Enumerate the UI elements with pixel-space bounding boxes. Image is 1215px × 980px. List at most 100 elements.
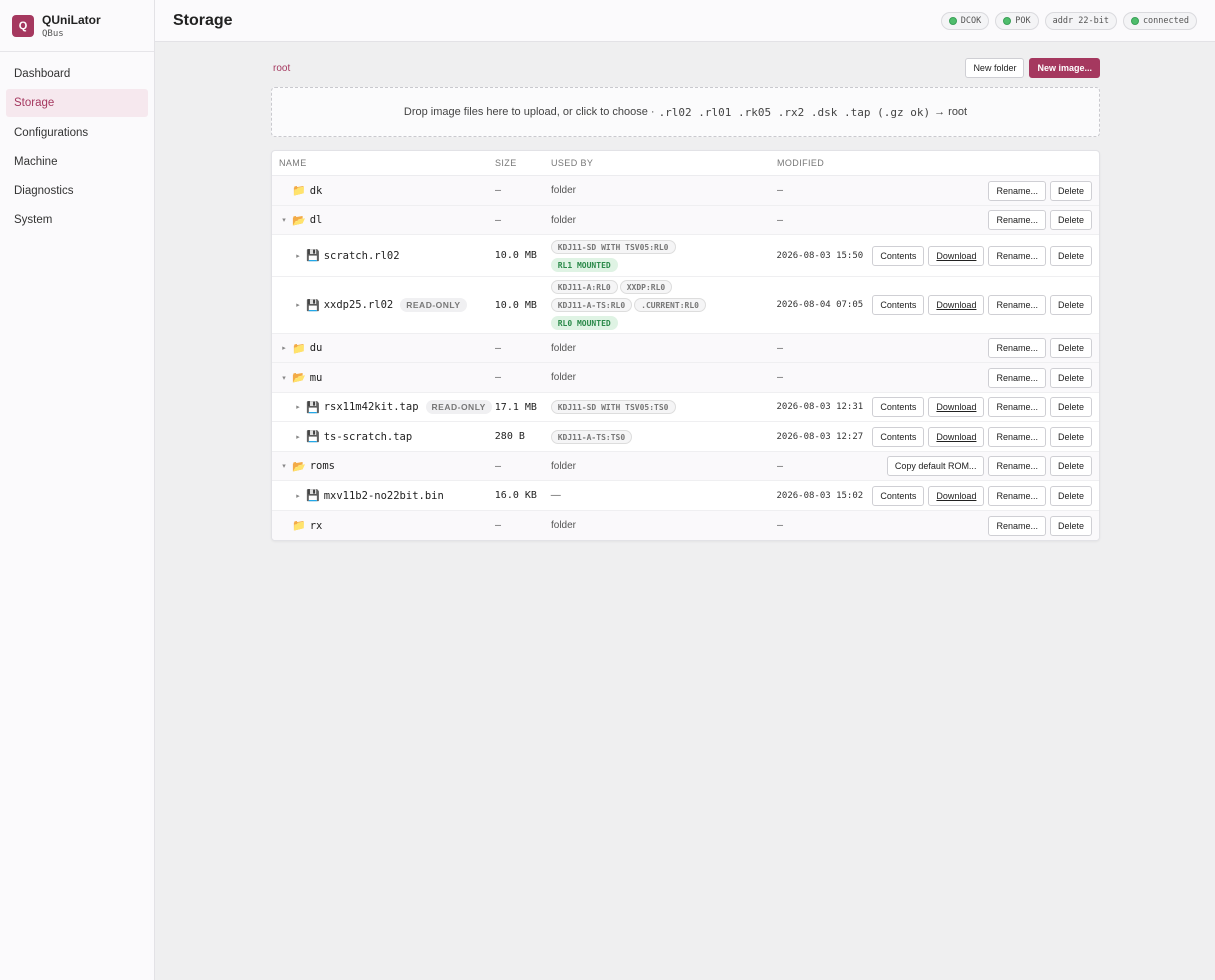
- delete-button[interactable]: Delete: [1049, 338, 1092, 358]
- rename-button[interactable]: Rename...: [988, 367, 1046, 388]
- contents-button[interactable]: Contents: [872, 397, 925, 417]
- file-name[interactable]: mxv11b2-no22bit.bin: [324, 490, 444, 502]
- contents-button[interactable]: Contents: [872, 245, 925, 266]
- rename-button[interactable]: Rename...: [988, 210, 1046, 230]
- rename-button[interactable]: Rename...: [988, 426, 1046, 447]
- brand[interactable]: Q QUniLator QBus: [0, 0, 154, 52]
- size-cell: —: [495, 214, 502, 226]
- size-cell: —: [495, 520, 502, 531]
- status-dot-icon: [948, 16, 957, 25]
- table-row[interactable]: ▾ 📂 mu — folder — Rename... Delete: [272, 363, 1099, 393]
- download-button[interactable]: Download: [928, 426, 985, 447]
- rename-button[interactable]: Rename...: [988, 397, 1046, 417]
- used-by-tag: KDJ11-SD WITH TSV05:TS0: [550, 400, 676, 414]
- storage-content: root New folder New image... Drop image …: [271, 58, 1100, 541]
- file-name[interactable]: xxdp25.rl02: [324, 299, 394, 311]
- rename-button[interactable]: Rename...: [988, 295, 1046, 315]
- table-row[interactable]: ▸ 💾 rsx11m42kit.tap READ-ONLY 17.1 MB KDJ11…: [272, 393, 1099, 422]
- table-row[interactable]: ▾ 📂 dl — folder — Rename... Delete: [272, 206, 1099, 235]
- caret-down-icon[interactable]: ▾: [279, 216, 289, 224]
- file-name[interactable]: scratch.rl02: [324, 250, 400, 262]
- file-name[interactable]: rsx11m42kit.tap: [324, 401, 419, 413]
- delete-button[interactable]: Delete: [1049, 426, 1092, 447]
- folder-name[interactable]: du: [310, 342, 323, 354]
- rename-button[interactable]: Rename...: [988, 456, 1046, 476]
- caret-down-icon[interactable]: ▾: [279, 462, 289, 470]
- folder-name[interactable]: rx: [310, 520, 323, 532]
- download-button[interactable]: Download: [928, 485, 985, 506]
- delete-button[interactable]: Delete: [1049, 485, 1092, 506]
- contents-button[interactable]: Contents: [872, 485, 925, 506]
- floppy-disk-icon: 💾: [306, 431, 320, 443]
- delete-button[interactable]: Delete: [1049, 515, 1092, 536]
- breadcrumb[interactable]: root: [271, 63, 290, 74]
- status-label: connected: [1142, 15, 1189, 26]
- app-logo: Q: [12, 14, 34, 37]
- sidebar-item-configurations[interactable]: Configurations: [6, 119, 148, 147]
- table-header: NAME SIZE USED BY MODIFIED: [272, 151, 1099, 176]
- delete-button[interactable]: Delete: [1049, 180, 1092, 201]
- sidebar-item-storage[interactable]: Storage: [6, 89, 148, 118]
- rename-button[interactable]: Rename...: [988, 180, 1046, 201]
- caret-right-icon[interactable]: ▸: [293, 433, 303, 441]
- used-by-cell: folder: [551, 185, 577, 196]
- delete-button[interactable]: Delete: [1049, 210, 1092, 230]
- new-image-button[interactable]: New image...: [1029, 58, 1100, 78]
- size-cell: 280 B: [494, 431, 525, 442]
- rename-button[interactable]: Rename...: [988, 485, 1046, 506]
- caret-right-icon[interactable]: ▸: [293, 252, 303, 260]
- new-folder-button[interactable]: New folder: [965, 58, 1025, 78]
- mounted-badge: RL0 MOUNTED: [550, 316, 618, 330]
- used-by-cell: folder: [551, 214, 577, 226]
- table-row[interactable]: ▸ 💾 mxv11b2-no22bit.bin 16.0 KB — 2026-08-…: [272, 481, 1099, 511]
- delete-button[interactable]: Delete: [1049, 295, 1092, 315]
- caret-down-icon[interactable]: ▾: [279, 374, 289, 382]
- status-label: addr 22-bit: [1052, 15, 1109, 26]
- table-row[interactable]: ▸ 💾 ts-scratch.tap 280 B KDJ11-A-TS:TS0 20…: [272, 422, 1099, 452]
- table-row[interactable]: ▸ 📁 du — folder — Rename... Delete: [272, 334, 1099, 363]
- download-button[interactable]: Download: [928, 245, 985, 266]
- contents-button[interactable]: Contents: [872, 426, 925, 447]
- column-header-used-by[interactable]: USED BY: [551, 158, 777, 168]
- copy-default-rom-button[interactable]: Copy default ROM...: [886, 456, 985, 476]
- folder-name[interactable]: dk: [310, 185, 323, 197]
- floppy-disk-icon: 💾: [306, 250, 320, 262]
- sidebar-item-system[interactable]: System: [6, 206, 148, 234]
- app-name: QUniLator: [42, 12, 101, 27]
- table-row[interactable]: 📁 dk — folder — Rename... Delete: [272, 176, 1099, 206]
- column-header-modified[interactable]: MODIFIED: [777, 158, 873, 168]
- sidebar-item-dashboard[interactable]: Dashboard: [6, 60, 148, 88]
- folder-name[interactable]: roms: [310, 460, 335, 472]
- caret-right-icon[interactable]: ▸: [293, 301, 303, 309]
- caret-right-icon[interactable]: ▸: [293, 403, 303, 411]
- delete-button[interactable]: Delete: [1049, 367, 1092, 388]
- file-name[interactable]: ts-scratch.tap: [324, 431, 413, 443]
- contents-button[interactable]: Contents: [872, 295, 925, 315]
- download-button[interactable]: Download: [928, 295, 985, 315]
- folder-open-icon: 📂: [292, 214, 306, 227]
- rename-button[interactable]: Rename...: [988, 338, 1046, 358]
- column-header-name[interactable]: NAME: [272, 158, 495, 168]
- rename-button[interactable]: Rename...: [988, 245, 1046, 266]
- folder-name[interactable]: dl: [310, 214, 323, 226]
- download-button[interactable]: Download: [928, 397, 985, 417]
- caret-right-icon[interactable]: ▸: [293, 492, 303, 500]
- delete-button[interactable]: Delete: [1049, 245, 1092, 266]
- used-by-tag: KDJ11-SD WITH TSV05:RL0: [550, 239, 676, 254]
- floppy-disk-icon: 💾: [306, 299, 320, 312]
- modified-cell: 2026-08-03 15:50: [776, 250, 864, 261]
- folder-name[interactable]: mu: [310, 372, 323, 384]
- table-row[interactable]: ▸ 💾 xxdp25.rl02 READ-ONLY 10.0 MB KDJ11-A:R…: [272, 277, 1099, 334]
- rename-button[interactable]: Rename...: [988, 515, 1046, 536]
- upload-dropzone[interactable]: Drop image files here to upload, or clic…: [271, 87, 1100, 137]
- size-cell: 17.1 MB: [494, 401, 537, 413]
- table-row[interactable]: ▸ 💾 scratch.rl02 10.0 MB KDJ11-SD WITH TSV…: [272, 235, 1099, 277]
- delete-button[interactable]: Delete: [1049, 456, 1092, 476]
- column-header-size[interactable]: SIZE: [495, 158, 551, 168]
- caret-right-icon[interactable]: ▸: [279, 344, 289, 352]
- table-row[interactable]: 📁 rx — folder — Rename... Delete: [272, 511, 1099, 540]
- sidebar-item-diagnostics[interactable]: Diagnostics: [6, 177, 148, 205]
- sidebar-item-machine[interactable]: Machine: [6, 148, 148, 176]
- table-row[interactable]: ▾ 📂 roms — folder — Copy default ROM... Re…: [272, 452, 1099, 481]
- delete-button[interactable]: Delete: [1049, 397, 1092, 417]
